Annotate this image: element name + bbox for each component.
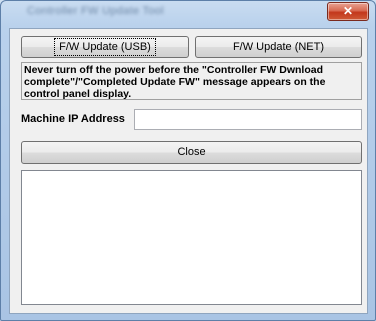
title-bar[interactable]: Controller FW Update Tool ✕ — [1, 1, 375, 23]
log-output-area[interactable] — [21, 170, 362, 305]
close-button-label: Close — [177, 146, 206, 158]
window-title: Controller FW Update Tool — [27, 5, 164, 17]
fw-update-net-label: F/W Update (NET) — [232, 41, 325, 53]
fw-update-usb-button[interactable]: F/W Update (USB) — [21, 36, 189, 58]
machine-ip-label: Machine IP Address — [21, 113, 125, 125]
fw-update-net-button[interactable]: F/W Update (NET) — [195, 36, 362, 58]
fw-update-usb-label: F/W Update (USB) — [54, 38, 156, 56]
window-close-button[interactable]: ✕ — [327, 2, 369, 21]
machine-ip-input[interactable] — [134, 109, 362, 130]
power-warning-text: Never turn off the power before the "Con… — [21, 62, 362, 100]
dialog-body: F/W Update (USB) F/W Update (NET) Never … — [9, 28, 368, 314]
dialog-window: Controller FW Update Tool ✕ F/W Update (… — [0, 0, 376, 321]
close-icon: ✕ — [342, 4, 354, 18]
close-button[interactable]: Close — [21, 141, 362, 164]
